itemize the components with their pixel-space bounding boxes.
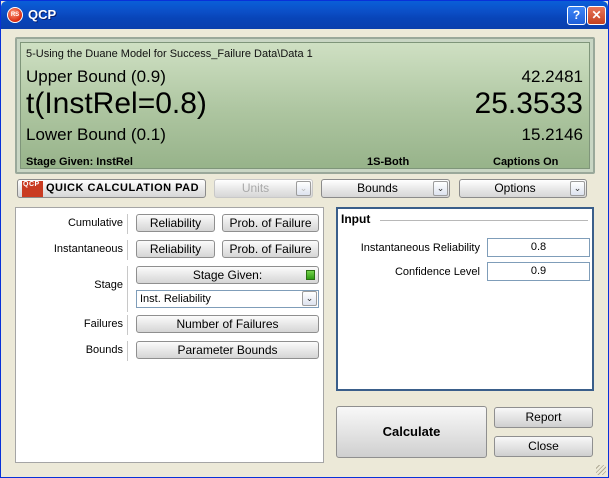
options-label: Options bbox=[494, 181, 536, 195]
qcp-label: Quick Calculation Pad bbox=[45, 182, 200, 194]
data-path: 5-Using the Duane Model for Success_Fail… bbox=[26, 48, 313, 60]
results-display-frame: 5-Using the Duane Model for Success_Fail… bbox=[15, 37, 595, 174]
help-button[interactable]: ? bbox=[567, 6, 586, 25]
units-label: Units bbox=[241, 181, 270, 195]
window-title: QCP bbox=[28, 7, 57, 22]
instantaneous-prob-failure-button[interactable]: Prob. of Failure bbox=[222, 240, 319, 258]
stage-label: Stage bbox=[94, 279, 123, 291]
report-button[interactable]: Report bbox=[494, 407, 593, 428]
resize-grip-icon[interactable] bbox=[596, 465, 606, 475]
divider bbox=[127, 341, 128, 361]
options-dropdown[interactable]: Options ⌄ bbox=[459, 179, 587, 198]
stage-given-button[interactable]: Stage Given: bbox=[136, 266, 319, 284]
inst-reliability-label: Instantaneous Reliability bbox=[360, 242, 480, 254]
stage-type-select[interactable]: Inst. Reliability ⌄ bbox=[136, 290, 319, 308]
stage-type-value: Inst. Reliability bbox=[140, 293, 211, 305]
close-window-button[interactable]: ✕ bbox=[587, 6, 606, 25]
upper-bound-label: Upper Bound (0.9) bbox=[26, 67, 166, 86]
upper-bound-value: 42.2481 bbox=[521, 67, 583, 86]
divider bbox=[127, 266, 128, 312]
chevron-down-icon: ⌄ bbox=[570, 181, 585, 196]
input-panel: Input Instantaneous Reliability 0.8 Conf… bbox=[336, 207, 594, 391]
divider bbox=[127, 315, 128, 335]
cumulative-reliability-button[interactable]: Reliability bbox=[136, 214, 215, 232]
divider bbox=[127, 214, 128, 234]
result-value: 25.3533 bbox=[474, 87, 583, 120]
lower-bound-label: Lower Bound (0.1) bbox=[26, 125, 166, 144]
footer-captions: Captions On bbox=[493, 156, 559, 168]
cumulative-label: Cumulative bbox=[67, 217, 123, 229]
active-indicator-icon bbox=[306, 270, 315, 280]
cumulative-prob-failure-button[interactable]: Prob. of Failure bbox=[222, 214, 319, 232]
quick-calculation-pad-button[interactable]: QCP Quick Calculation Pad bbox=[17, 179, 206, 198]
bounds-dropdown[interactable]: Bounds ⌄ bbox=[321, 179, 450, 198]
qcp-logo-icon: QCP bbox=[22, 181, 43, 197]
chevron-down-icon: ⌄ bbox=[296, 181, 311, 196]
divider bbox=[380, 220, 588, 221]
lower-bound-value: 15.2146 bbox=[521, 125, 583, 144]
results-display: 5-Using the Duane Model for Success_Fail… bbox=[20, 42, 590, 169]
result-label: t(InstRel=0.8) bbox=[26, 87, 207, 120]
confidence-level-input[interactable]: 0.9 bbox=[487, 262, 590, 281]
divider bbox=[127, 240, 128, 260]
failures-label: Failures bbox=[83, 318, 123, 330]
calculation-options-panel: Cumulative Reliability Prob. of Failure … bbox=[15, 207, 324, 463]
app-logo-icon: RS bbox=[7, 7, 23, 23]
parameter-bounds-button[interactable]: Parameter Bounds bbox=[136, 341, 319, 359]
number-of-failures-button[interactable]: Number of Failures bbox=[136, 315, 319, 333]
input-heading: Input bbox=[341, 212, 371, 226]
title-bar[interactable]: RS QCP ? ✕ bbox=[1, 1, 608, 29]
footer-stage: Stage Given: InstRel bbox=[26, 156, 133, 168]
bounds-label: Bounds bbox=[85, 344, 123, 356]
bounds-dropdown-label: Bounds bbox=[357, 181, 398, 195]
footer-sides: 1S-Both bbox=[367, 156, 410, 168]
confidence-level-label: Confidence Level bbox=[394, 266, 480, 278]
stage-given-label: Stage Given: bbox=[192, 268, 263, 282]
chevron-down-icon: ⌄ bbox=[302, 291, 317, 306]
chevron-down-icon: ⌄ bbox=[433, 181, 448, 196]
inst-reliability-input[interactable]: 0.8 bbox=[487, 238, 590, 257]
units-dropdown[interactable]: Units ⌄ bbox=[214, 179, 313, 198]
calculate-button[interactable]: Calculate bbox=[336, 406, 487, 458]
instantaneous-label: Instantaneous bbox=[53, 243, 123, 255]
qcp-window: RS QCP ? ✕ 5-Using the Duane Model for S… bbox=[0, 0, 609, 478]
close-button[interactable]: Close bbox=[494, 436, 593, 457]
instantaneous-reliability-button[interactable]: Reliability bbox=[136, 240, 215, 258]
